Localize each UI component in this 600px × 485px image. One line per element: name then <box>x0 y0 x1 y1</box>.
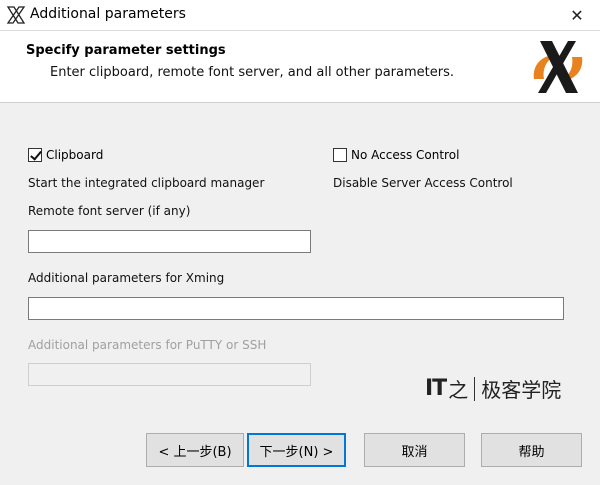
wizard-body: Clipboard Start the integrated clipboard… <box>0 104 600 485</box>
close-button[interactable]: ✕ <box>554 0 600 31</box>
xming-params-input[interactable] <box>28 297 564 320</box>
watermark-divider <box>474 376 476 401</box>
clipboard-description: Start the integrated clipboard manager <box>28 176 265 190</box>
header-title: Specify parameter settings <box>26 43 226 58</box>
window-title: Additional parameters <box>30 6 186 22</box>
font-server-label: Remote font server (if any) <box>28 204 191 218</box>
cancel-button[interactable]: 取消 <box>364 433 465 467</box>
header-subtitle: Enter clipboard, remote font server, and… <box>50 65 454 80</box>
putty-params-label: Additional parameters for PuTTY or SSH <box>28 338 267 352</box>
no-access-control-checkbox[interactable]: No Access Control <box>333 148 459 162</box>
watermark: IT 之 极客学院 <box>425 374 561 403</box>
font-server-input[interactable] <box>28 230 311 253</box>
back-button[interactable]: < 上一步(B) <box>146 433 244 467</box>
xming-params-label: Additional parameters for Xming <box>28 271 225 285</box>
checkbox-unchecked-icon <box>333 148 347 162</box>
no-access-control-description: Disable Server Access Control <box>333 176 513 190</box>
next-button[interactable]: 下一步(N) > <box>247 433 346 467</box>
help-button[interactable]: 帮助 <box>481 433 582 467</box>
clipboard-label: Clipboard <box>46 148 104 162</box>
xming-x-icon <box>6 6 26 24</box>
close-icon: ✕ <box>570 6 584 25</box>
clipboard-checkbox[interactable]: Clipboard <box>28 148 103 162</box>
no-access-control-label: No Access Control <box>351 148 460 162</box>
wizard-header: Specify parameter settings Enter clipboa… <box>0 31 600 103</box>
watermark-text: 极客学院 <box>481 378 562 402</box>
putty-params-input <box>28 363 311 386</box>
xming-logo <box>533 41 583 93</box>
title-bar: Additional parameters ✕ <box>0 0 600 31</box>
checkbox-checked-icon <box>28 148 42 162</box>
watermark-logo: IT 之 <box>425 376 469 402</box>
